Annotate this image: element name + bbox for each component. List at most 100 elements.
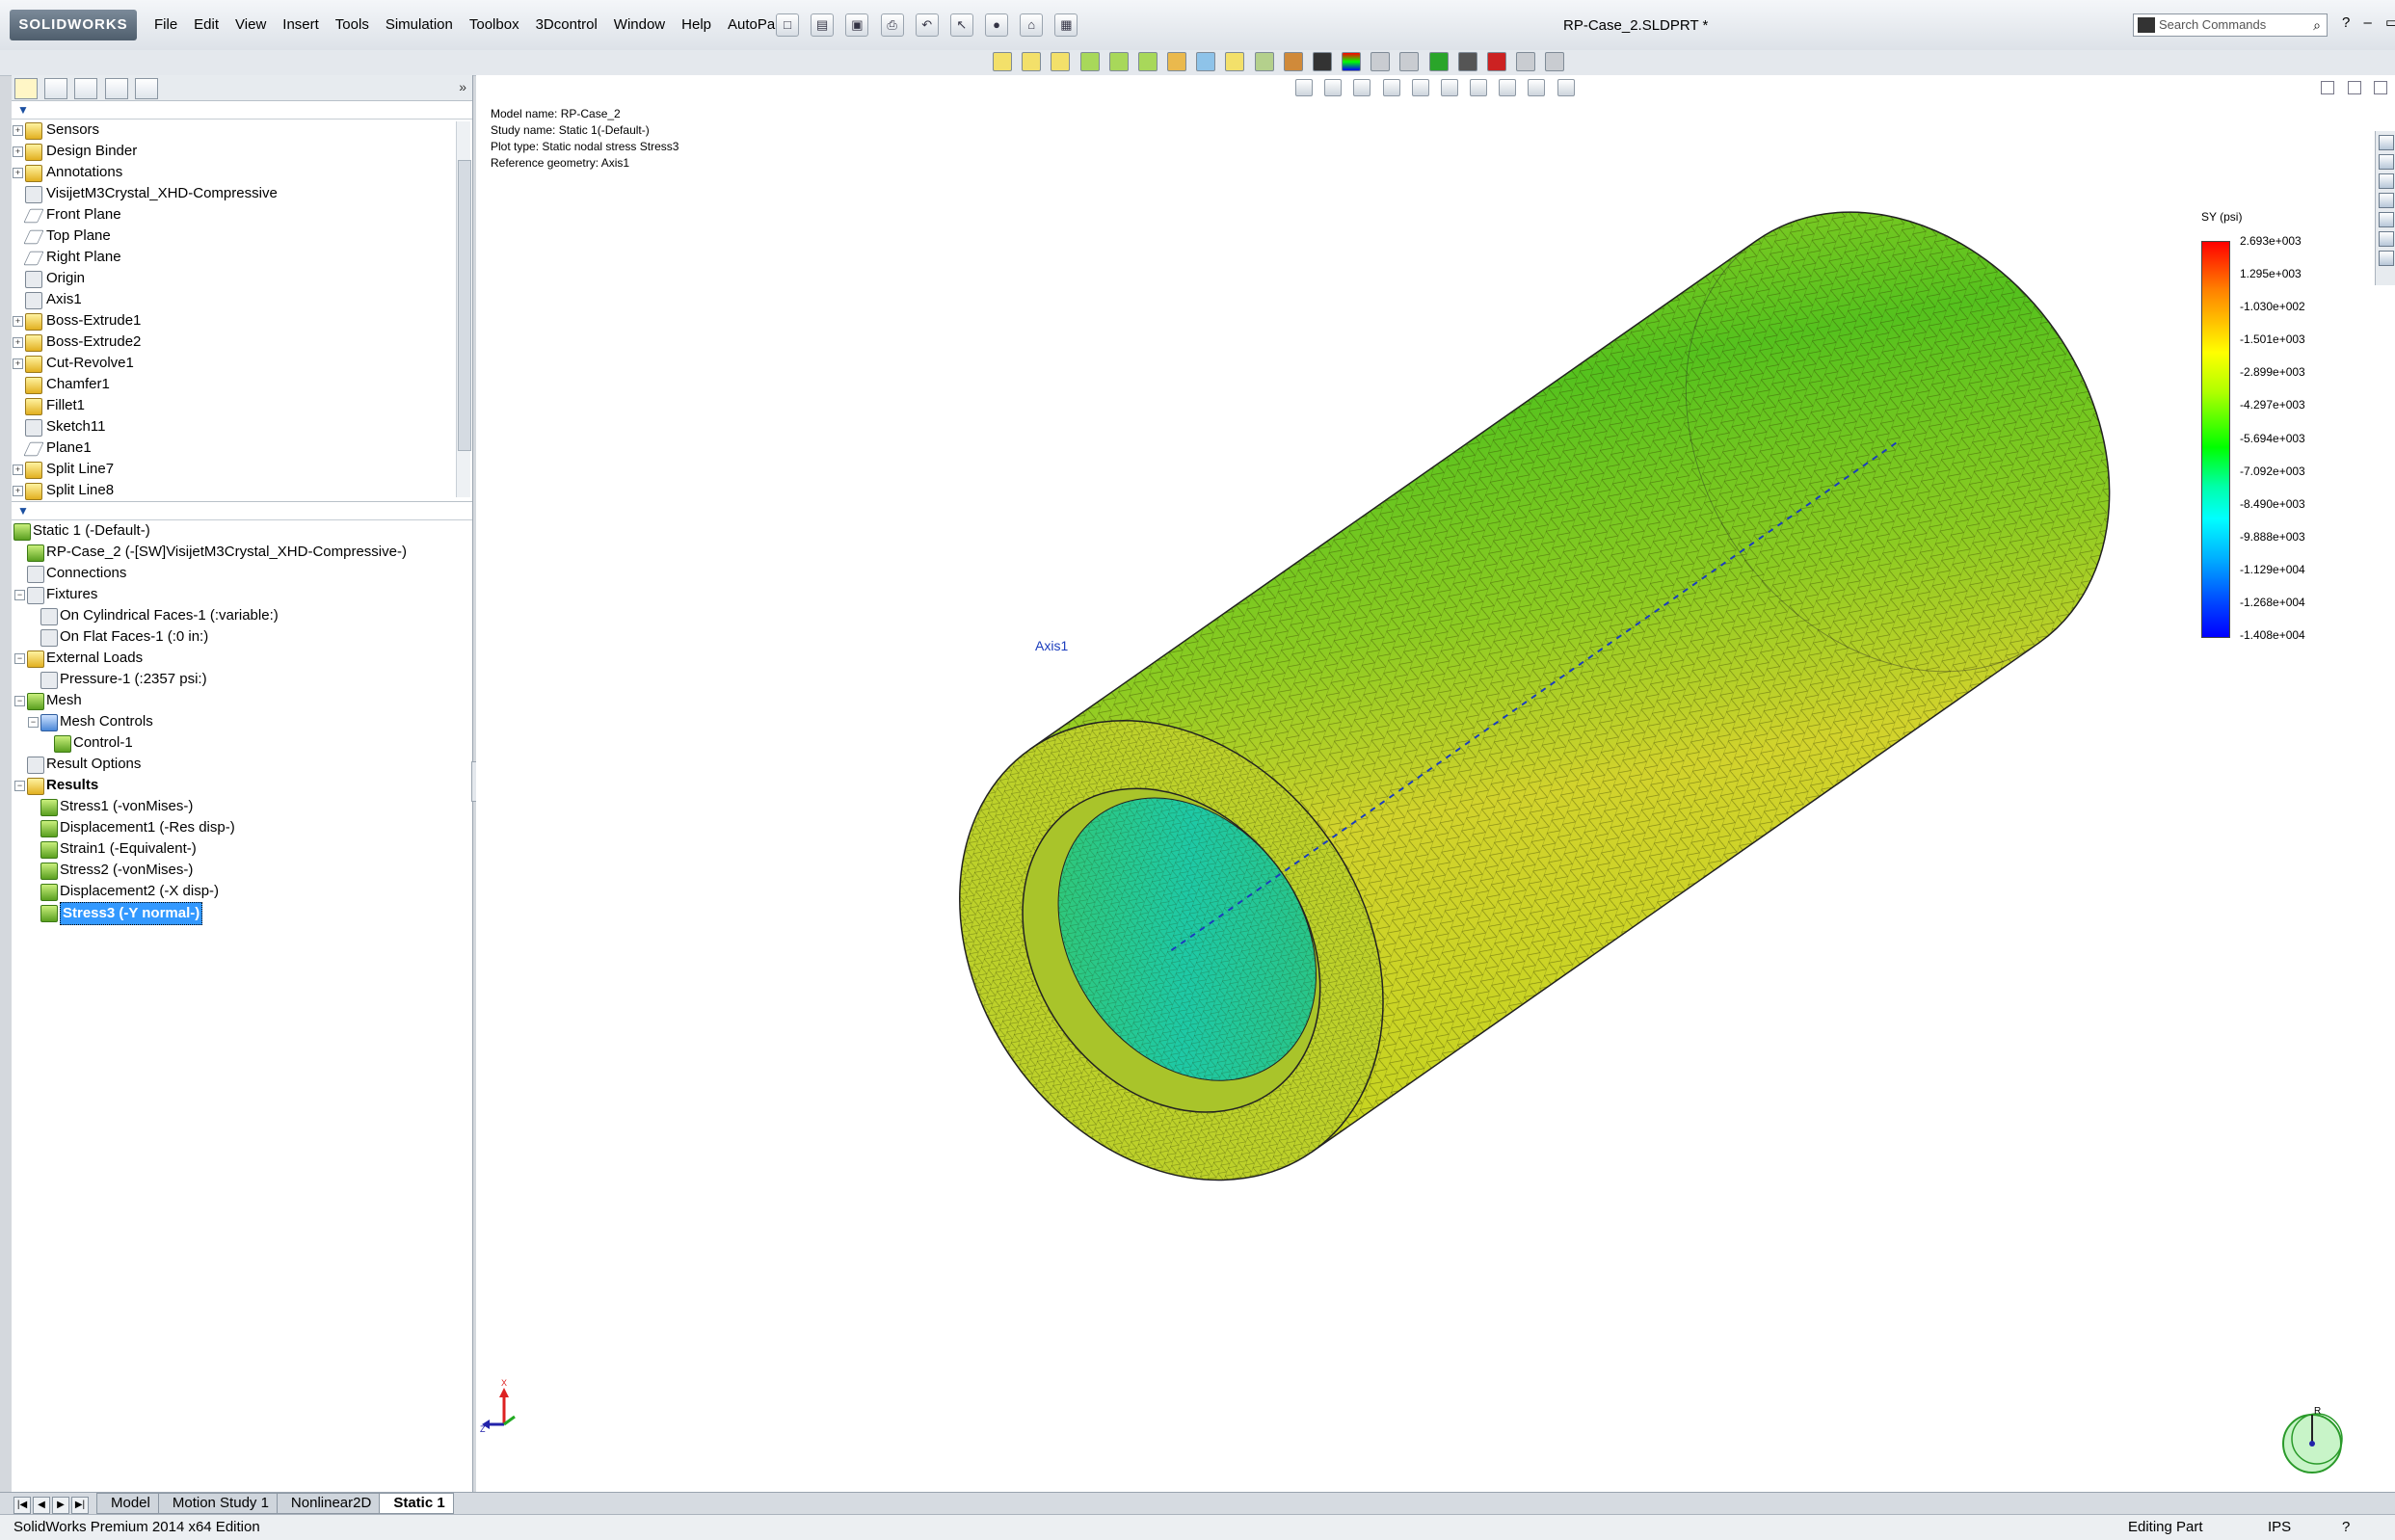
- menu-item-3dcontrol[interactable]: 3Dcontrol: [536, 16, 598, 33]
- simulation-tree-item[interactable]: Displacement1 (-Res disp-): [12, 817, 472, 838]
- feature-tree-item[interactable]: Chamfer1: [12, 374, 472, 395]
- prev-tab-icon[interactable]: ◀: [33, 1497, 50, 1514]
- design-library-icon[interactable]: [2379, 154, 2394, 170]
- save-animation-icon[interactable]: [1516, 52, 1536, 71]
- simulation-tree-item[interactable]: Result Options: [12, 754, 472, 775]
- feature-tree-item[interactable]: + Cut-Revolve1: [12, 353, 472, 374]
- menu-item-help[interactable]: Help: [681, 16, 711, 33]
- simulation-tree-filter[interactable]: ▼: [12, 501, 472, 520]
- settings-icon[interactable]: [1545, 52, 1565, 71]
- scrollbar-thumb[interactable]: [458, 160, 471, 451]
- shell-icon[interactable]: [1137, 52, 1158, 71]
- feature-tree-item[interactable]: + Sensors: [12, 119, 472, 141]
- tab-motion-study-1[interactable]: Motion Study 1: [157, 1493, 278, 1514]
- connections-icon[interactable]: [1108, 52, 1129, 71]
- fea-stress-model[interactable]: Axis1: [476, 75, 2395, 1492]
- solidworks-logo[interactable]: SOLIDWORKS: [10, 10, 137, 40]
- results-advisor-icon[interactable]: [1225, 52, 1245, 71]
- expand-icon[interactable]: +: [13, 337, 23, 348]
- simulation-tree-item[interactable]: Connections: [12, 563, 472, 584]
- search-commands-field[interactable]: Search Commands ⌕: [2133, 13, 2328, 37]
- open-folder-icon[interactable]: ▤: [811, 13, 835, 37]
- feature-tree-item[interactable]: + Boss-Extrude2: [12, 332, 472, 353]
- menu-item-simulation[interactable]: Simulation: [386, 16, 453, 33]
- select-pointer-icon[interactable]: ↖: [949, 13, 973, 37]
- unit-system-selector[interactable]: IPS: [2268, 1515, 2291, 1540]
- simulation-tree-item[interactable]: − Fixtures: [12, 584, 472, 605]
- feature-tree-item[interactable]: + Boss-Extrude1: [12, 310, 472, 332]
- expand-icon[interactable]: +: [13, 125, 23, 136]
- last-tab-icon[interactable]: ▶|: [71, 1497, 89, 1514]
- tab-nonlinear2d[interactable]: Nonlinear2D: [276, 1493, 381, 1514]
- collapse-icon[interactable]: −: [14, 590, 25, 600]
- report-icon[interactable]: [1370, 52, 1391, 71]
- appearances-icon[interactable]: [2379, 212, 2394, 227]
- simulation-tree-item[interactable]: Control-1: [12, 732, 472, 754]
- custom-properties-icon[interactable]: [2379, 231, 2394, 247]
- file-properties-icon[interactable]: ⌂: [1020, 13, 1044, 37]
- menu-item-edit[interactable]: Edit: [194, 16, 219, 33]
- feature-tree-item[interactable]: + Annotations: [12, 162, 472, 183]
- apply-material-icon[interactable]: [1022, 52, 1042, 71]
- feature-tree-item[interactable]: Top Plane: [12, 226, 472, 247]
- stop-icon[interactable]: [1457, 52, 1477, 71]
- next-tab-icon[interactable]: ▶: [52, 1497, 69, 1514]
- expand-icon[interactable]: +: [13, 168, 23, 178]
- simulation-tree-item[interactable]: Stress3 (-Y normal-): [12, 902, 472, 925]
- menu-item-insert[interactable]: Insert: [282, 16, 319, 33]
- simulation-tree-item[interactable]: Strain1 (-Equivalent-): [12, 838, 472, 860]
- tree-filter[interactable]: ▼: [12, 101, 472, 119]
- include-image-icon[interactable]: [1399, 52, 1420, 71]
- feature-tree-item[interactable]: Fillet1: [12, 395, 472, 416]
- view-palette-icon[interactable]: [2379, 193, 2394, 208]
- simulation-tree-item[interactable]: On Flat Faces-1 (:0 in:): [12, 626, 472, 648]
- feature-tree-item[interactable]: Plane1: [12, 438, 472, 459]
- feature-tree-item[interactable]: Right Plane: [12, 247, 472, 268]
- external-load-icon[interactable]: [1079, 52, 1100, 71]
- print-icon[interactable]: ⎙: [880, 13, 904, 37]
- display-manager-tab[interactable]: [134, 78, 158, 99]
- mesh-icon[interactable]: [1167, 52, 1187, 71]
- expand-icon[interactable]: +: [13, 486, 23, 496]
- search-icon[interactable]: ⌕: [2313, 14, 2321, 36]
- menu-item-toolbox[interactable]: Toolbox: [469, 16, 519, 33]
- color-plot-icon[interactable]: [1342, 52, 1362, 71]
- study-icon[interactable]: [993, 52, 1012, 71]
- expand-icon[interactable]: +: [13, 316, 23, 327]
- feature-tree-item[interactable]: + Split Line7: [12, 459, 472, 480]
- record-icon[interactable]: [1486, 52, 1506, 71]
- collapse-icon[interactable]: −: [28, 717, 39, 728]
- simulation-tree-item[interactable]: RP-Case_2 (-[SW]VisijetM3Crystal_XHD-Com…: [12, 542, 472, 563]
- feature-tree-item[interactable]: VisijetM3Crystal_XHD-Compressive: [12, 183, 472, 204]
- feature-tree-item[interactable]: Axis1: [12, 289, 472, 310]
- run-icon[interactable]: [1196, 52, 1216, 71]
- simulation-tree-item[interactable]: − External Loads: [12, 648, 472, 669]
- simulation-tree-item[interactable]: Pressure-1 (:2357 psi:): [12, 669, 472, 690]
- orientation-indicator[interactable]: R: [2269, 1400, 2355, 1477]
- simulation-tree-item[interactable]: − Results: [12, 775, 472, 796]
- expand-icon[interactable]: +: [13, 146, 23, 157]
- help-balloon-icon[interactable]: ?: [2342, 1515, 2350, 1540]
- rebuild-icon[interactable]: ●: [985, 13, 1009, 37]
- simulation-tree-item[interactable]: Stress1 (-vonMises-): [12, 796, 472, 817]
- menu-item-window[interactable]: Window: [614, 16, 665, 33]
- menu-item-tools[interactable]: Tools: [335, 16, 369, 33]
- simulation-tree-item[interactable]: − Mesh: [12, 690, 472, 711]
- property-manager-tab[interactable]: [44, 78, 68, 99]
- help-icon[interactable]: ?: [2342, 14, 2350, 31]
- simulation-tree-item[interactable]: Stress2 (-vonMises-): [12, 860, 472, 881]
- menu-item-view[interactable]: View: [235, 16, 266, 33]
- solidworks-resources-icon[interactable]: [2379, 135, 2394, 150]
- expand-icon[interactable]: +: [13, 465, 23, 475]
- simulation-tree-item[interactable]: Displacement2 (-X disp-): [12, 881, 472, 902]
- dimxpert-tab[interactable]: [104, 78, 128, 99]
- expand-icon[interactable]: +: [13, 358, 23, 369]
- feature-tree-item[interactable]: Origin: [12, 268, 472, 289]
- collapse-icon[interactable]: −: [14, 696, 25, 706]
- save-icon[interactable]: ▣: [845, 13, 869, 37]
- fixture-icon[interactable]: [1051, 52, 1071, 71]
- first-tab-icon[interactable]: |◀: [13, 1497, 31, 1514]
- collapse-icon[interactable]: −: [14, 781, 25, 791]
- new-document-icon[interactable]: □: [776, 13, 799, 37]
- forum-icon[interactable]: [2379, 251, 2394, 266]
